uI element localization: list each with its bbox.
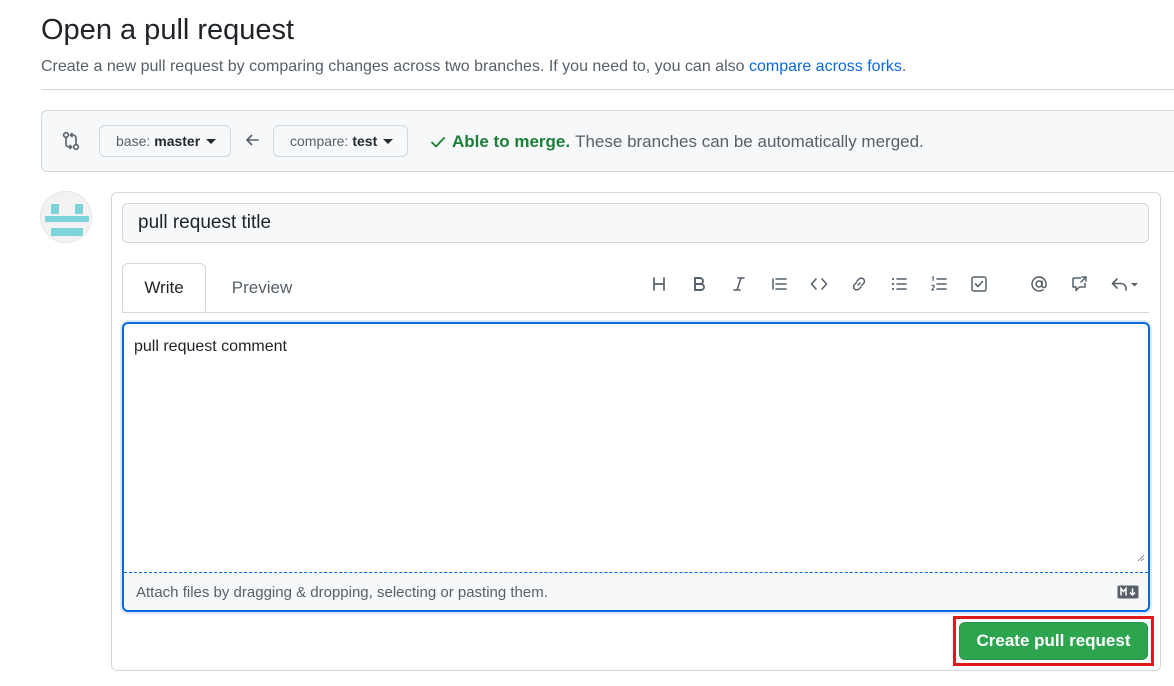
chevron-down-icon (206, 138, 217, 144)
resize-handle-icon[interactable] (1135, 552, 1145, 562)
code-icon[interactable] (808, 273, 830, 295)
heading-icon[interactable] (648, 273, 670, 295)
divider (41, 89, 1174, 90)
tab-preview[interactable]: Preview (216, 263, 308, 312)
pr-title-input[interactable] (122, 203, 1149, 243)
avatar[interactable] (40, 191, 92, 243)
compare-prefix: compare: (290, 133, 349, 149)
subtitle-end: . (901, 58, 907, 75)
attach-hint: Attach files by dragging & dropping, sel… (136, 584, 548, 601)
merge-ok-text: Able to merge. (452, 132, 571, 151)
tab-write[interactable]: Write (122, 263, 206, 312)
comment-textarea[interactable]: pull request comment Attach files by dra… (122, 322, 1150, 612)
ordered-list-icon[interactable] (928, 273, 950, 295)
task-list-icon[interactable] (968, 273, 990, 295)
mention-icon[interactable] (1028, 273, 1050, 295)
check-icon (431, 137, 445, 148)
chevron-down-icon (383, 138, 394, 144)
submit-highlight-box: Create pull request (953, 616, 1154, 666)
compare-branch-select[interactable]: compare: test (273, 125, 409, 157)
editor-tabs: Write Preview (122, 263, 1149, 313)
markdown-icon[interactable] (1117, 585, 1139, 599)
comment-text[interactable]: pull request comment (134, 338, 287, 356)
subtitle-text: Create a new pull request by comparing c… (41, 58, 745, 75)
create-pull-request-button[interactable]: Create pull request (959, 622, 1148, 660)
bold-icon[interactable] (688, 273, 710, 295)
saved-replies-icon[interactable] (1108, 273, 1142, 295)
base-prefix: base: (116, 133, 151, 149)
arrow-left-icon (246, 134, 259, 146)
branch-range-bar: base: master compare: test Able to merge… (41, 110, 1174, 172)
unordered-list-icon[interactable] (888, 273, 910, 295)
pull-request-form: Write Preview pull request comment (111, 192, 1161, 671)
merge-status: Able to merge. These branches can be aut… (430, 132, 924, 152)
git-compare-icon (62, 131, 80, 151)
base-value: master (154, 133, 201, 149)
compare-value: test (352, 133, 378, 149)
italic-icon[interactable] (728, 273, 750, 295)
merge-message: These branches can be automatically merg… (575, 132, 924, 151)
compare-across-forks-link[interactable]: compare across forks (749, 58, 902, 75)
link-icon[interactable] (848, 273, 870, 295)
base-branch-select[interactable]: base: master (99, 125, 232, 157)
page-subtitle: Create a new pull request by comparing c… (41, 58, 906, 76)
page-title: Open a pull request (41, 14, 295, 46)
file-attachment-bar[interactable]: Attach files by dragging & dropping, sel… (124, 572, 1148, 610)
cross-reference-icon[interactable] (1068, 273, 1090, 295)
identicon-icon (41, 192, 91, 242)
quote-icon[interactable] (768, 273, 790, 295)
